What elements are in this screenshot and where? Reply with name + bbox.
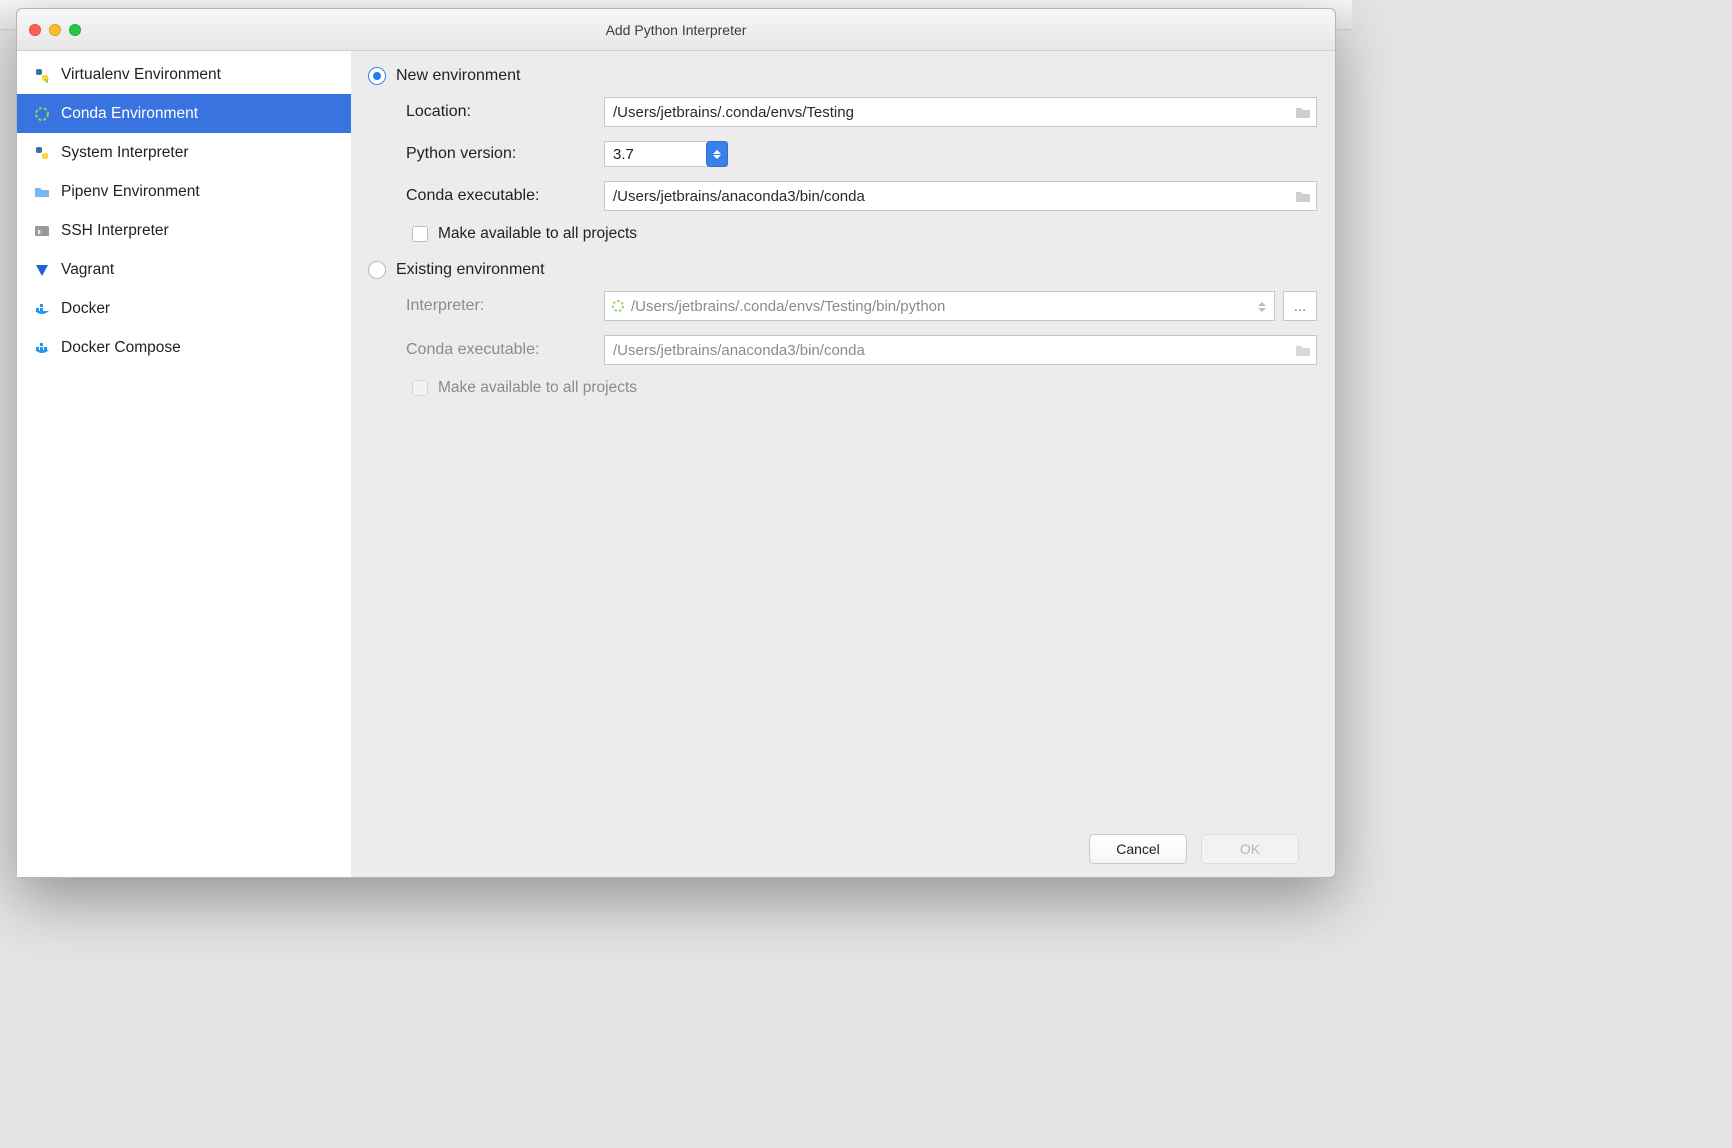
sidebar-item-label: Pipenv Environment xyxy=(61,183,200,201)
conda-executable-input-existing: /Users/jetbrains/anaconda3/bin/conda xyxy=(604,335,1317,365)
sidebar-item-system[interactable]: System Interpreter xyxy=(17,133,351,172)
add-interpreter-dialog: Add Python Interpreter v Virtualenv Envi… xyxy=(16,8,1336,878)
chevron-updown-icon[interactable] xyxy=(706,141,728,167)
browse-conda-existing-button xyxy=(1289,337,1317,363)
sidebar-item-pipenv[interactable]: Pipenv Environment xyxy=(17,172,351,211)
interpreter-combobox: /Users/jetbrains/.conda/envs/Testing/bin… xyxy=(604,291,1275,321)
main-panel: New environment Location: /Users/jetbrai… xyxy=(352,51,1335,877)
existing-environment-radio-row[interactable]: Existing environment xyxy=(368,261,1317,279)
dialog-footer: Cancel OK xyxy=(368,821,1317,877)
location-input[interactable]: /Users/jetbrains/.conda/envs/Testing xyxy=(604,97,1317,127)
sidebar-item-conda[interactable]: Conda Environment xyxy=(17,94,351,133)
more-interpreter-button: ... xyxy=(1283,291,1317,321)
sidebar-item-ssh[interactable]: SSH Interpreter xyxy=(17,211,351,250)
vagrant-icon xyxy=(33,261,51,279)
browse-conda-button[interactable] xyxy=(1289,183,1317,209)
sidebar-item-label: Virtualenv Environment xyxy=(61,66,221,84)
new-environment-radio-row[interactable]: New environment xyxy=(368,67,1317,85)
python-icon: v xyxy=(33,66,51,84)
sidebar-item-label: SSH Interpreter xyxy=(61,222,169,240)
chevron-updown-icon xyxy=(1254,296,1270,318)
existing-environment-label: Existing environment xyxy=(396,261,545,279)
conda-executable-input[interactable]: /Users/jetbrains/anaconda3/bin/conda xyxy=(604,181,1317,211)
radio-new-environment[interactable] xyxy=(368,67,386,85)
sidebar-item-label: Docker Compose xyxy=(61,339,181,357)
conda-executable-label: Conda executable: xyxy=(406,187,604,205)
interpreter-type-sidebar: v Virtualenv Environment Conda Environme… xyxy=(17,51,352,877)
ok-button: OK xyxy=(1201,834,1299,864)
python-icon xyxy=(33,144,51,162)
python-version-label: Python version: xyxy=(406,145,604,163)
svg-text:v: v xyxy=(45,78,49,83)
make-available-label: Make available to all projects xyxy=(438,225,637,243)
sidebar-item-label: Docker xyxy=(61,300,110,318)
make-available-label-existing: Make available to all projects xyxy=(438,379,637,397)
location-label: Location: xyxy=(406,103,604,121)
conda-icon xyxy=(611,299,625,313)
sidebar-item-label: Conda Environment xyxy=(61,105,198,123)
sidebar-item-label: Vagrant xyxy=(61,261,114,279)
titlebar: Add Python Interpreter xyxy=(17,9,1335,51)
dialog-title: Add Python Interpreter xyxy=(17,22,1335,38)
sidebar-item-virtualenv[interactable]: v Virtualenv Environment xyxy=(17,55,351,94)
sidebar-item-vagrant[interactable]: Vagrant xyxy=(17,250,351,289)
conda-icon xyxy=(33,105,51,123)
browse-location-button[interactable] xyxy=(1289,99,1317,125)
sidebar-item-docker-compose[interactable]: Docker Compose xyxy=(17,328,351,367)
terminal-icon xyxy=(33,222,51,240)
sidebar-item-label: System Interpreter xyxy=(61,144,189,162)
make-available-checkbox-existing xyxy=(412,380,428,396)
interpreter-label: Interpreter: xyxy=(406,297,604,315)
docker-icon xyxy=(33,300,51,318)
new-environment-label: New environment xyxy=(396,67,521,85)
cancel-button[interactable]: Cancel xyxy=(1089,834,1187,864)
make-available-checkbox[interactable] xyxy=(412,226,428,242)
radio-existing-environment[interactable] xyxy=(368,261,386,279)
folder-icon xyxy=(33,183,51,201)
sidebar-item-docker[interactable]: Docker xyxy=(17,289,351,328)
conda-executable-label-existing: Conda executable: xyxy=(406,341,604,359)
docker-compose-icon xyxy=(33,339,51,357)
